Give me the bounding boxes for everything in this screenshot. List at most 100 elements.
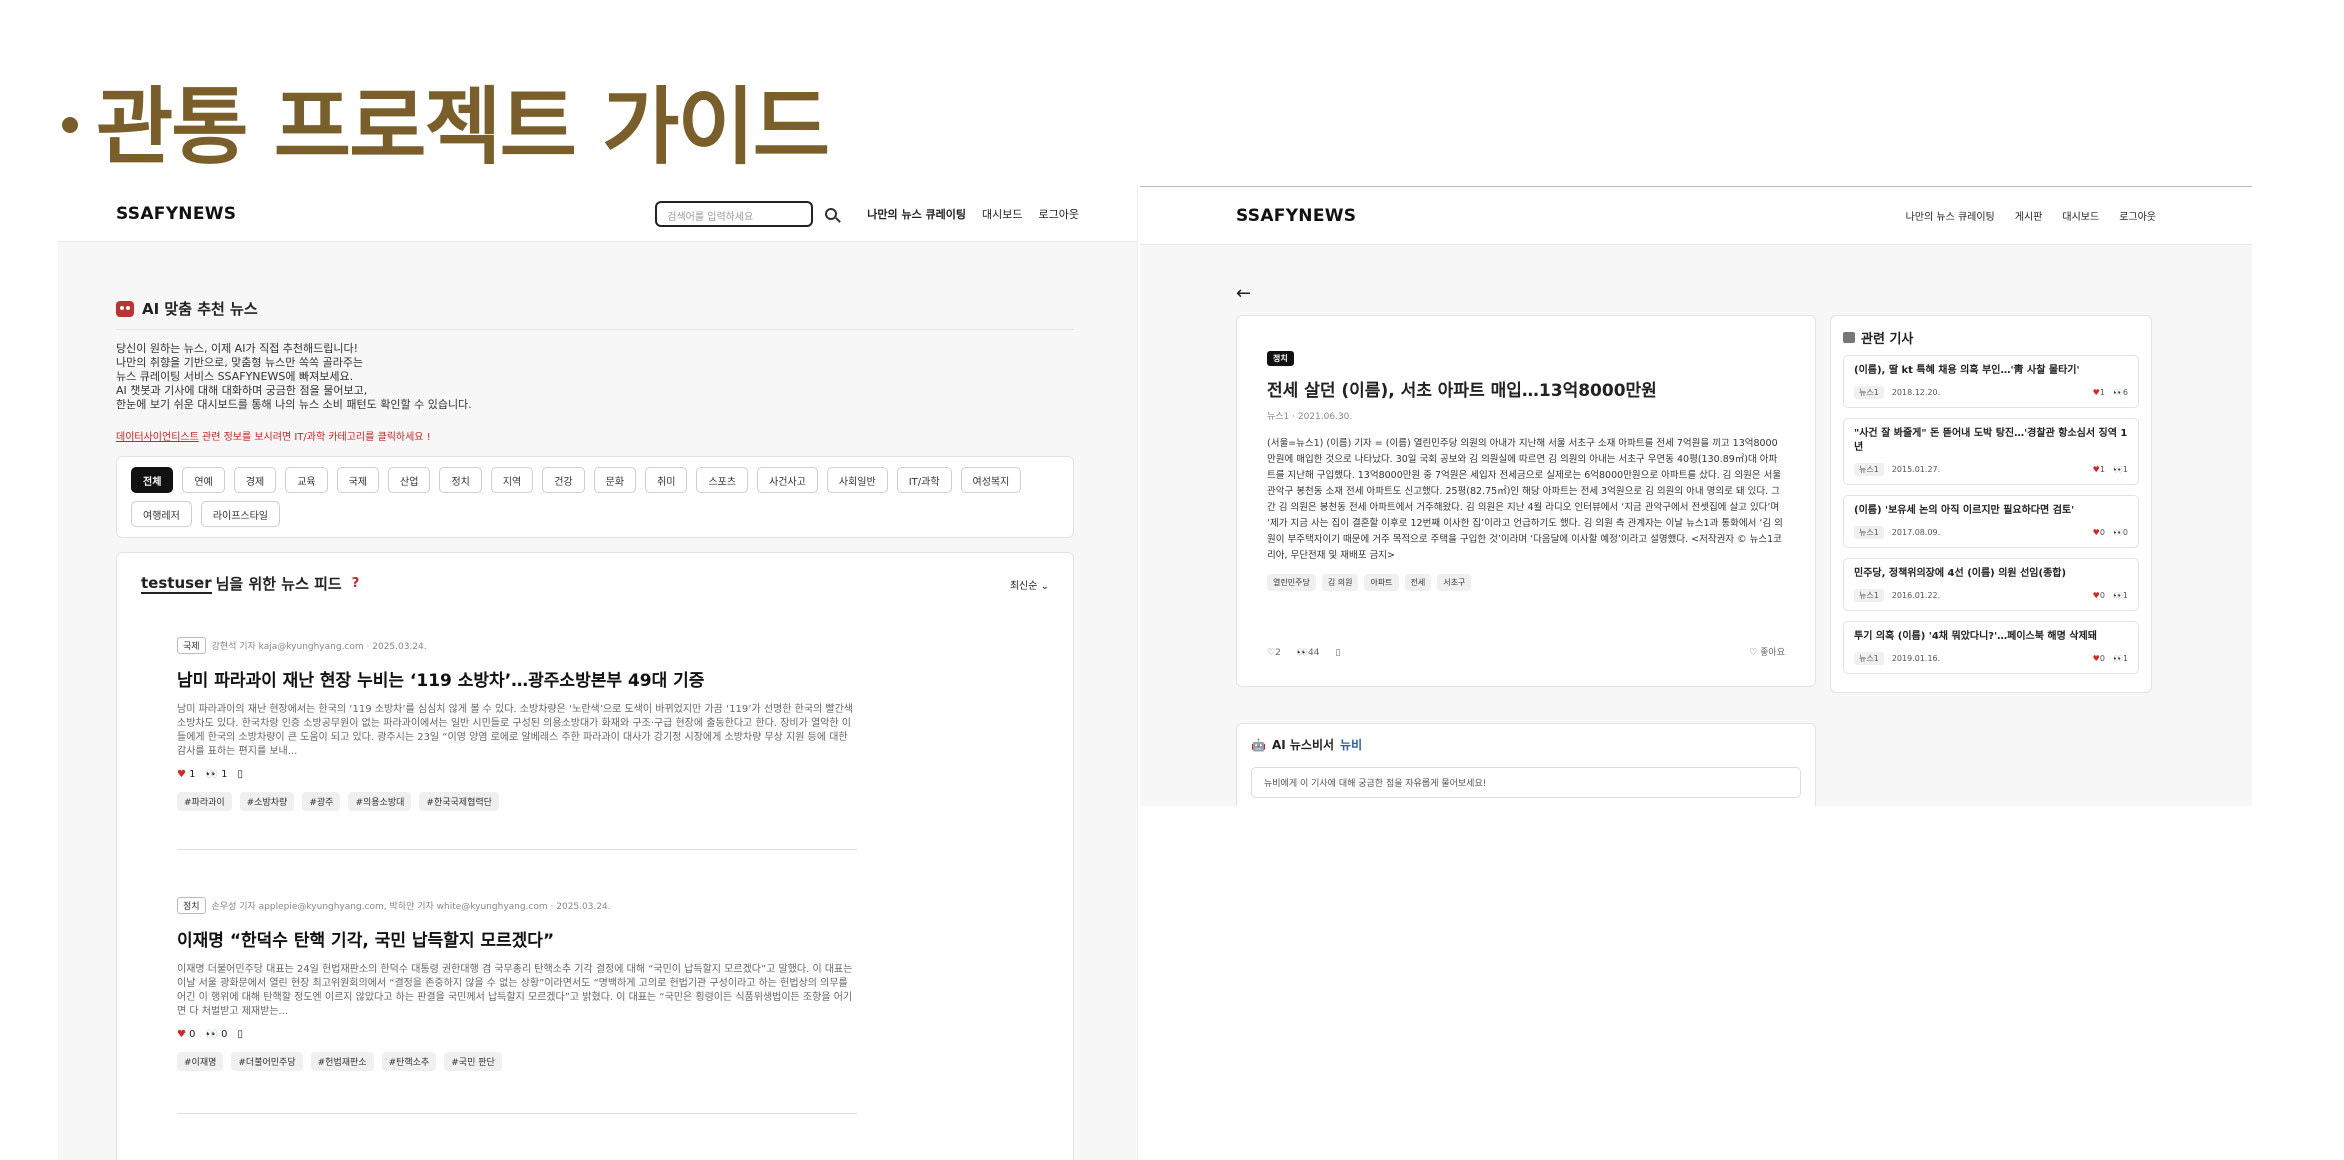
bookmark-icon[interactable]: ▯ [1335,648,1340,658]
chat-bot-name: 뉴비 [1340,738,1363,752]
related-item-title: 민주당, 정책위의장에 4선 (이름) 의원 선임(종합) [1854,568,2067,579]
nav-curating[interactable]: 나만의 뉴스 큐레이팅 [1906,208,1995,223]
feed-screenshot: SSAFYNEWS 검색어를 입력하세요 나만의 뉴스 큐레이팅 대시보드 로그… [58,186,1138,1160]
ai-desc-line: 당신이 원하는 뉴스, 이제 AI가 직접 추천해드립니다! [116,342,359,355]
keyword-tag[interactable]: 김 의원 [1321,574,1359,591]
hashtag[interactable]: #더불어민주당 [231,1052,303,1071]
heart-icon: ♥ [177,769,186,780]
hashtag[interactable]: #한국국제협력단 [419,792,499,811]
nav-dashboard[interactable]: 대시보드 [982,206,1022,222]
like-count[interactable]: ♥ 0 [177,1029,196,1040]
feed-header: testuser 님을 위한 뉴스 피드 ? [141,573,359,594]
feed-title: 님을 위한 뉴스 피드 [215,575,342,593]
nav-logout[interactable]: 로그아웃 [1039,206,1079,222]
category-chip[interactable]: 건강 [542,467,585,493]
article-summary: 이재명 더불어민주당 대표는 24일 헌법재판소의 한덕수 대통령 권한대행 겸… [177,964,853,1017]
nav-board[interactable]: 게시판 [2015,208,2043,223]
detail-screenshot: SSAFYNEWS 나만의 뉴스 큐레이팅 게시판 대시보드 로그아웃 ← 정치… [1140,186,2252,806]
search-input[interactable]: 검색어를 입력하세요 [655,200,814,227]
category-chip[interactable]: 문화 [593,467,637,493]
category-chip[interactable]: 스포츠 [696,467,749,493]
hashtag[interactable]: #소방차량 [239,792,295,811]
keyword-tag[interactable]: 열린민주당 [1267,574,1316,591]
like-label: 좋아요 [1760,648,1785,658]
hashtag[interactable]: #파라과이 [177,792,232,811]
ai-warning: 데이터사이언티스트 관련 정보를 보시려면 IT/과학 카테고리를 클릭하세요 … [116,428,1074,443]
bullet-icon [62,116,78,133]
category-chip[interactable]: 국제 [336,467,380,493]
keyword-tag[interactable]: 전세 [1404,574,1432,591]
bookmark-icon[interactable]: ▯ [238,769,244,780]
like-button[interactable]: ♡ 좋아요 [1749,645,1785,658]
article-title[interactable]: 이재명 “한덕수 탄핵 기각, 국민 납득할지 모르겠다” [177,926,857,951]
sort-dropdown[interactable]: 최신순 ⌄ [1010,577,1049,592]
warning-link[interactable]: 데이터사이언티스트 [116,432,199,443]
back-arrow-icon[interactable]: ← [1236,283,1251,304]
view-number: 44 [1308,648,1320,658]
related-likes: ♥0 [2092,654,2105,663]
list-item[interactable]: 정치 손우성 기자 applepie@kyunghyang.com, 박하얀 기… [177,897,857,1071]
article-title[interactable]: 남미 파라과이 재난 현장 누비는 ‘119 소방차’…광주소방본부 49대 기… [177,666,857,691]
related-articles: 관련 기사 (이름), 딸 kt 특혜 채용 의혹 부인…'靑 사찰 몰타기' … [1830,315,2152,693]
article-title: 전세 살던 (이름), 서초 아파트 매입…13억8000만원 [1267,381,1657,401]
divider [177,849,857,850]
related-item-title: 투기 의혹 (이름) '4채 뭐았다니?'…페이스북 해명 삭제돼 [1854,631,2097,642]
hashtag[interactable]: #의용소방대 [348,792,412,811]
category-chip[interactable]: 라이프스타일 [200,501,281,527]
category-chip[interactable]: 취미 [645,467,688,493]
related-source: 뉴스1 [1854,463,1884,476]
related-likes: ♥0 [2092,528,2105,537]
nav-curating[interactable]: 나만의 뉴스 큐레이팅 [867,206,966,222]
help-icon[interactable]: ? [352,576,360,591]
robot-icon [116,300,134,317]
hashtag[interactable]: #국민 판단 [444,1052,502,1071]
hashtag[interactable]: #광주 [302,792,341,811]
related-item[interactable]: 민주당, 정책위의장에 4선 (이름) 의원 선임(종합) 뉴스1 2016.01… [1843,558,2139,611]
related-item-title: (이름) '보유세 논의 아직 이르지만 필요하다면 검토' [1854,505,2075,516]
category-chip[interactable]: IT/과학 [896,467,952,493]
like-count[interactable]: ♥ 1 [177,769,196,780]
hashtag[interactable]: #헌법재판소 [310,1052,374,1071]
top-navbar: SSAFYNEWS 나만의 뉴스 큐레이팅 게시판 대시보드 로그아웃 [1140,187,2252,245]
category-chip[interactable]: 여행레저 [131,501,192,527]
category-chip[interactable]: 지역 [490,467,534,493]
category-chip[interactable]: 연예 [182,467,225,493]
category-chip[interactable]: 경제 [233,467,277,493]
category-chip[interactable]: 여성복지 [960,467,1022,493]
nav-logout[interactable]: 로그아웃 [2119,208,2156,223]
category-chip[interactable]: 교육 [285,467,328,493]
list-item[interactable]: 국제 강현석 기자 kaja@kyunghyang.com · 2025.03.… [177,637,857,811]
related-date: 2015.01.27. [1891,465,1941,474]
robot-icon: 🤖 [1251,737,1266,752]
related-item[interactable]: (이름), 딸 kt 특혜 채용 의혹 부인…'靑 사찰 몰타기' 뉴스1 201… [1843,355,2139,408]
slide-title: 관통 프로젝트 가이드 [62,60,830,181]
hashtag[interactable]: #이재명 [177,1052,224,1071]
keyword-tag[interactable]: 아파트 [1364,574,1399,591]
related-source: 뉴스1 [1854,526,1884,539]
ai-title: AI 맞춤 추천 뉴스 [142,300,258,318]
brand-logo[interactable]: SSAFYNEWS [1236,206,1356,226]
top-navbar: SSAFYNEWS 검색어를 입력하세요 나만의 뉴스 큐레이팅 대시보드 로그… [58,186,1137,242]
related-item[interactable]: (이름) '보유세 논의 아직 이르지만 필요하다면 검토' 뉴스1 2017.0… [1843,495,2139,548]
category-chip[interactable]: 사건사고 [757,467,818,493]
like-count: ♡2 [1267,648,1281,658]
category-filter: 전체 연예 경제 교육 국제 산업 정치 지역 건강 문화 취미 스포츠 사건사… [116,456,1074,538]
slide-title-text: 관통 프로젝트 가이드 [96,78,830,176]
article-meta: 손우성 기자 applepie@kyunghyang.com, 박하얀 기자 w… [211,902,611,912]
related-item[interactable]: "사건 잘 봐줄게" 돈 뜯어내 도박 탕진…'경찰관 항소심서 징역 1년 뉴… [1843,418,2139,485]
brand-logo[interactable]: SSAFYNEWS [116,204,236,224]
category-chip[interactable]: 산업 [388,467,431,493]
bookmark-icon[interactable]: ▯ [238,1029,244,1040]
keyword-tag[interactable]: 서초구 [1437,574,1472,591]
hashtag[interactable]: #탄핵소추 [381,1052,437,1071]
category-chip[interactable]: 정치 [439,467,482,493]
like-number: 1 [189,769,196,780]
ai-desc-line: 나만의 취향을 기반으로, 맞춤형 뉴스만 쏙쏙 골라주는 [116,356,364,369]
nav-dashboard[interactable]: 대시보드 [2062,208,2099,223]
newspaper-icon [1843,332,1855,343]
ai-desc-line: 한눈에 보기 쉬운 대시보드를 통해 나의 뉴스 소비 패턴도 확인할 수 있습… [116,398,472,411]
related-item[interactable]: 투기 의혹 (이름) '4채 뭐았다니?'…페이스북 해명 삭제돼 뉴스1 201… [1843,621,2139,674]
category-chip[interactable]: 사회일반 [826,467,888,493]
category-chip[interactable]: 전체 [131,467,174,493]
search-icon[interactable] [825,207,838,220]
